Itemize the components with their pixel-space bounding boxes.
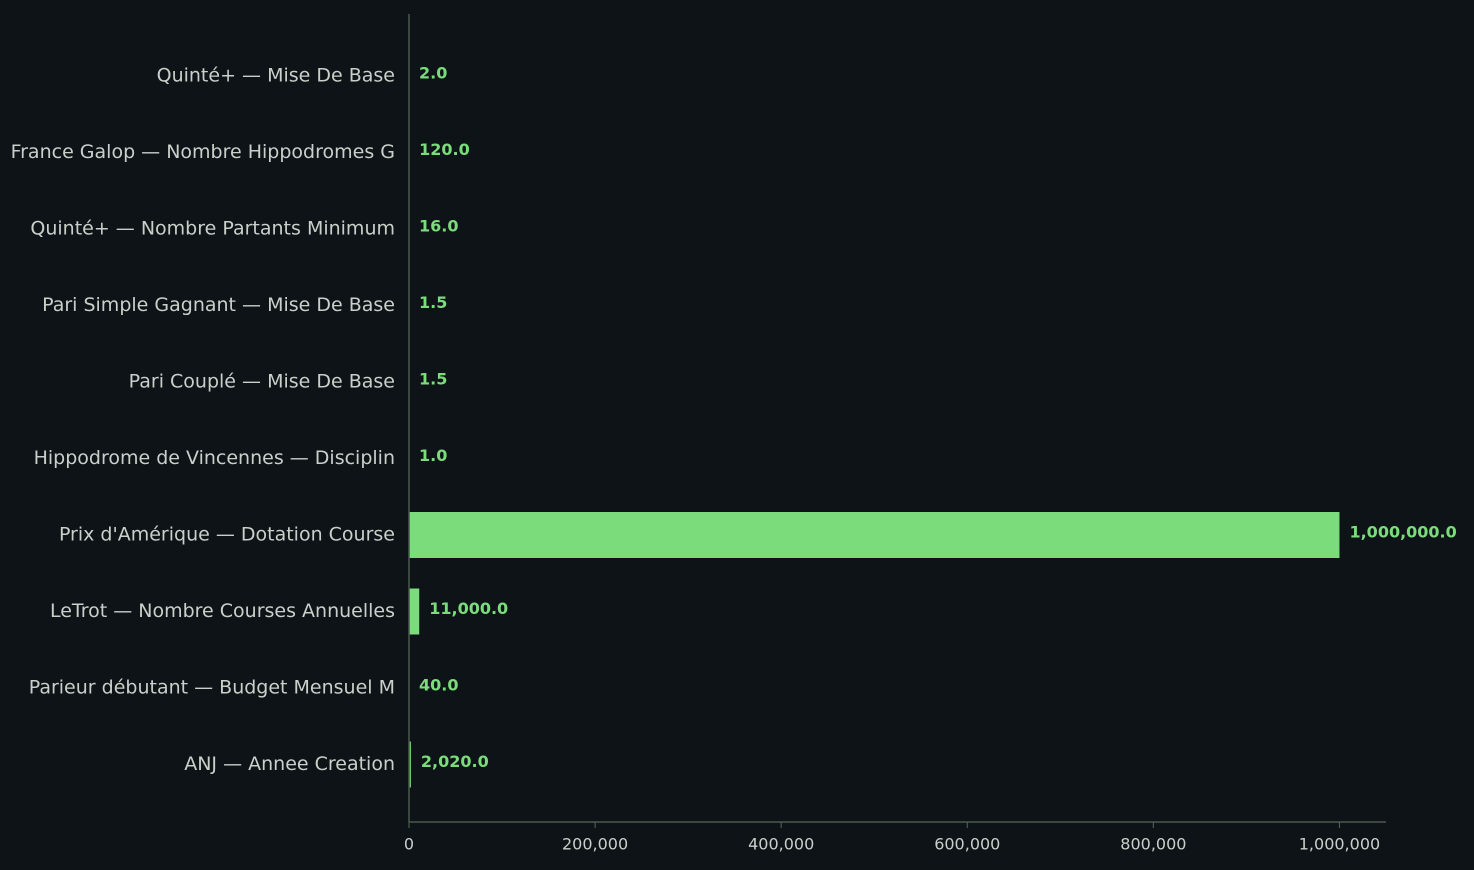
value-label: 1.5: [419, 370, 447, 389]
bars-layer: [409, 53, 1340, 788]
value-label: 2,020.0: [421, 752, 489, 771]
category-label: Prix d'Amérique — Dotation Course: [59, 524, 395, 546]
value-label: 40.0: [419, 676, 458, 695]
value-label: 11,000.0: [429, 599, 508, 618]
category-labels: Quinté+ — Mise De Base France Galop — Nom…: [11, 65, 395, 776]
value-label: 1,000,000.0: [1349, 523, 1456, 542]
value-label: 2.0: [419, 64, 447, 83]
bar-chart: Quinté+ — Mise De Base France Galop — Nom…: [11, 14, 1457, 854]
category-label: Parieur débutant — Budget Mensuel M: [29, 677, 395, 699]
bar: [409, 512, 1340, 558]
x-axis: 0 200,000 400,000 600,000 800,000 1,000,000: [404, 14, 1386, 854]
bar: [409, 588, 420, 635]
category-label: Pari Simple Gagnant — Mise De Base: [42, 294, 395, 316]
category-label: Pari Couplé — Mise De Base: [129, 371, 395, 393]
value-label: 16.0: [419, 217, 458, 236]
x-tick-label: 1,000,000: [1299, 835, 1380, 854]
category-label: Quinté+ — Nombre Partants Minimum: [30, 218, 395, 240]
category-label: France Galop — Nombre Hippodromes G: [11, 141, 395, 163]
value-labels: 2.0 120.0 16.0 1.5 1.5 1.0 1,000,000.0 11,000.0…: [419, 64, 1457, 772]
x-tick-label: 800,000: [1120, 835, 1186, 854]
category-label: Hippodrome de Vincennes — Disciplin: [34, 447, 395, 469]
value-label: 120.0: [419, 140, 470, 159]
category-label: Quinté+ — Mise De Base: [157, 65, 395, 87]
value-label: 1.0: [419, 446, 447, 465]
x-tick-label: 600,000: [934, 835, 1000, 854]
x-tick-label: 200,000: [562, 835, 628, 854]
category-label: LeTrot — Nombre Courses Annuelles: [50, 600, 395, 622]
x-tick-label: 0: [404, 835, 414, 854]
x-tick-label: 400,000: [748, 835, 814, 854]
value-label: 1.5: [419, 293, 447, 312]
category-label: ANJ — Annee Creation: [184, 753, 395, 775]
